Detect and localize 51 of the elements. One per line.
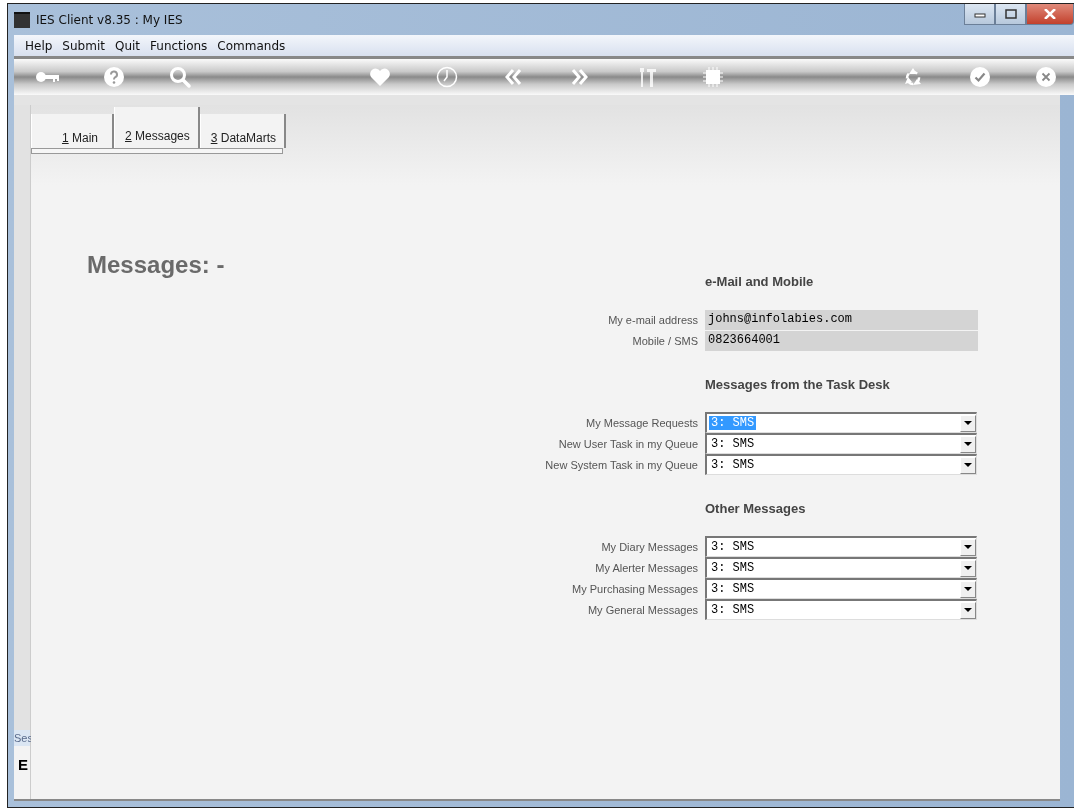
- caret-icon: [964, 463, 972, 467]
- field-label: Mobile / SMS: [631, 334, 698, 347]
- section-title: Other Messages: [705, 501, 807, 516]
- tab[interactable]: 1 Main: [31, 114, 114, 148]
- section-title: Messages from the Task Desk: [705, 377, 891, 392]
- dropdown[interactable]: 3: SMS: [705, 557, 977, 578]
- field-label: My Purchasing Messages: [571, 582, 698, 595]
- tab[interactable]: 2 Messages: [114, 107, 200, 148]
- menu-item[interactable]: Quit: [109, 38, 146, 53]
- caret-icon: [964, 587, 972, 591]
- close-icon: [1044, 9, 1056, 19]
- close-icon[interactable]: [1034, 65, 1059, 89]
- dropdown[interactable]: 3: SMS: [705, 536, 977, 557]
- check-icon[interactable]: [967, 65, 992, 89]
- caret-icon: [964, 608, 972, 612]
- menu-item[interactable]: Functions: [145, 38, 213, 53]
- close-button[interactable]: [1026, 4, 1074, 25]
- app-icon: [14, 11, 30, 28]
- panel-glyph: E: [18, 756, 28, 773]
- field-label: My Message Requests: [585, 416, 698, 429]
- input-field[interactable]: johns@infolabies.com: [705, 309, 978, 330]
- dropdown[interactable]: 3: SMS: [705, 433, 977, 454]
- caret-icon: [964, 545, 972, 549]
- maximize-button[interactable]: [995, 4, 1026, 25]
- maximize-icon: [1004, 9, 1017, 19]
- field-label: My e-mail address: [607, 313, 698, 326]
- field-label: My General Messages: [586, 603, 698, 616]
- dropdown[interactable]: 3: SMS: [705, 454, 977, 475]
- clock-icon[interactable]: [434, 65, 459, 89]
- chip-icon[interactable]: [701, 65, 726, 89]
- field-label: New User Task in my Queue: [557, 437, 698, 450]
- menu-item[interactable]: Help: [20, 38, 58, 53]
- section-title: e-Mail and Mobile: [705, 274, 815, 289]
- page-heading: Messages: -: [87, 251, 226, 279]
- field-label: My Diary Messages: [600, 540, 698, 553]
- minimize-button[interactable]: [964, 4, 995, 25]
- field-label: New System Task in my Queue: [544, 458, 698, 471]
- caret-icon: [964, 566, 972, 570]
- minimize-icon: [973, 10, 986, 18]
- menu-item[interactable]: Submit: [57, 38, 110, 53]
- caret-icon: [964, 421, 972, 425]
- dropdown[interactable]: 3: SMS: [705, 599, 977, 620]
- tab[interactable]: 3 DataMarts: [199, 114, 287, 148]
- help-icon[interactable]: [101, 65, 126, 89]
- dropdown[interactable]: 3: SMS: [705, 578, 977, 599]
- caret-icon: [964, 442, 972, 446]
- window-title: IES Client v8.35 : My IES: [36, 12, 183, 27]
- search-icon[interactable]: [168, 65, 193, 89]
- input-field[interactable]: 0823664001: [705, 330, 978, 351]
- menu-item[interactable]: Commands: [212, 38, 291, 53]
- field-label: My Alerter Messages: [594, 561, 698, 574]
